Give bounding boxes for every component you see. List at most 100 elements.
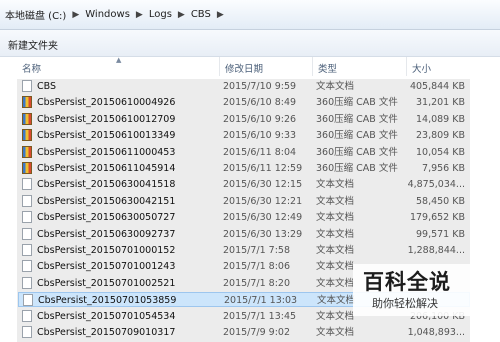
file-type: 360压缩 CAB 文件 (316, 163, 398, 174)
file-type: 文本文档 (316, 277, 355, 289)
text-file-icon (22, 326, 32, 338)
text-file-icon (22, 260, 32, 273)
file-row[interactable]: CbsPersist_20150611000453 2015/6/11 8:04 3… (22, 145, 468, 160)
watermark: 百科全说 助你轻松解决 (353, 264, 473, 316)
command-bar: 新建文件夹 (0, 30, 500, 57)
breadcrumb-windows[interactable]: Windows (82, 9, 133, 20)
breadcrumb-drive[interactable]: 本地磁盘 (C:) (2, 7, 69, 22)
file-row[interactable]: CbsPersist_20150610013349 2015/6/10 9:33 3… (22, 128, 468, 143)
breadcrumb-cbs[interactable]: CBS (188, 9, 214, 20)
file-row[interactable]: CBS 2015/7/10 9:59 文本文档 405,844 KB (22, 79, 468, 94)
file-type: 文本文档 (316, 310, 355, 322)
address-bar[interactable]: 本地磁盘 (C:) ▶ Windows ▶ Logs ▶ CBS ▶ (0, 0, 500, 30)
cab-archive-icon (22, 162, 32, 174)
watermark-subtitle: 助你轻松解决 (372, 297, 438, 310)
file-row[interactable]: CbsPersist_20150630092737 2015/6/30 13:29… (22, 227, 468, 242)
column-divider[interactable] (312, 57, 313, 76)
file-name: CbsPersist_20150701002521 (37, 277, 176, 289)
file-type: 360压缩 CAB 文件 (316, 130, 398, 142)
column-header: ▲ 名称 修改日期 类型 大小 (0, 56, 500, 76)
file-name: CbsPersist_20150611045914 (37, 163, 176, 174)
breadcrumb-logs[interactable]: Logs (146, 9, 175, 20)
file-type: 360压缩 CAB 文件 (316, 146, 398, 158)
file-size: 4,875,034... (407, 179, 465, 191)
file-type: 文本文档 (316, 228, 355, 240)
text-file-icon (22, 276, 32, 289)
text-file-icon (22, 244, 32, 256)
file-date: 2015/6/10 9:33 (223, 130, 297, 142)
file-date: 2015/6/10 8:49 (223, 97, 297, 109)
file-date: 2015/6/30 12:49 (223, 212, 303, 224)
text-file-icon (22, 194, 32, 207)
new-folder-button[interactable]: 新建文件夹 (8, 37, 58, 52)
column-divider[interactable] (219, 57, 220, 76)
file-type: 文本文档 (316, 327, 355, 338)
file-type: 文本文档 (316, 81, 355, 92)
column-name[interactable]: 名称 (22, 61, 41, 75)
watermark-title: 百科全说 (363, 270, 451, 294)
file-row[interactable]: CbsPersist_20150630041518 2015/6/30 12:15… (22, 177, 468, 192)
file-name: CbsPersist_20150611000453 (37, 146, 176, 158)
file-row[interactable]: CbsPersist_20150701000152 2015/7/1 7:58 文本… (22, 243, 468, 258)
file-type: 文本文档 (316, 261, 355, 273)
file-name: CbsPersist_20150610004926 (37, 97, 176, 109)
file-date: 2015/6/30 12:15 (223, 179, 303, 191)
file-row[interactable]: CbsPersist_20150610012709 2015/6/10 9:26 3… (22, 112, 468, 127)
file-date: 2015/6/10 9:26 (223, 113, 297, 125)
file-date: 2015/7/1 7:58 (223, 245, 291, 256)
file-size: 14,089 KB (415, 113, 465, 125)
file-name: CbsPersist_20150610012709 (37, 113, 176, 125)
file-row[interactable]: CbsPersist_20150611045914 2015/6/11 12:59… (22, 161, 468, 176)
cab-archive-icon (22, 112, 32, 125)
file-date: 2015/7/1 13:03 (224, 295, 298, 307)
file-date: 2015/6/11 8:04 (223, 146, 297, 158)
column-date[interactable]: 修改日期 (225, 61, 263, 75)
file-size: 99,571 KB (415, 228, 465, 240)
file-name: CbsPersist_20150701054534 (37, 310, 176, 322)
column-type[interactable]: 类型 (318, 61, 337, 75)
file-type: 文本文档 (316, 245, 355, 256)
text-file-icon (22, 309, 32, 322)
file-name: CbsPersist_20150630050727 (37, 212, 176, 224)
file-row[interactable]: CbsPersist_20150610004926 2015/6/10 8:49 3… (22, 95, 468, 110)
sort-ascending-icon: ▲ (116, 56, 122, 64)
cab-archive-icon (22, 129, 32, 142)
file-name: CbsPersist_20150630041518 (37, 179, 176, 191)
file-name: CBS (37, 81, 57, 92)
file-date: 2015/6/30 13:29 (223, 228, 303, 240)
file-row[interactable]: CbsPersist_20150630042151 2015/6/30 12:21… (22, 194, 468, 209)
chevron-right-icon[interactable]: ▶ (69, 10, 82, 20)
file-name: CbsPersist_20150701001243 (37, 261, 176, 273)
cab-archive-icon (22, 96, 32, 109)
text-file-icon (22, 80, 32, 92)
chevron-right-icon[interactable]: ▶ (175, 10, 188, 20)
file-size: 23,809 KB (415, 130, 465, 142)
text-file-icon (22, 178, 32, 191)
file-name: CbsPersist_20150610013349 (37, 130, 176, 142)
text-file-icon (22, 227, 32, 240)
file-size: 7,956 KB (422, 163, 465, 174)
file-name: CbsPersist_20150630042151 (37, 195, 176, 207)
file-date: 2015/7/1 8:06 (223, 261, 291, 273)
file-date: 2015/6/11 12:59 (223, 163, 303, 174)
column-divider[interactable] (406, 57, 407, 76)
file-date: 2015/6/30 12:21 (223, 195, 303, 207)
file-size: 31,201 KB (415, 97, 465, 109)
breadcrumb: 本地磁盘 (C:) ▶ Windows ▶ Logs ▶ CBS ▶ (2, 6, 500, 23)
file-date: 2015/7/1 13:45 (223, 310, 297, 322)
file-type: 文本文档 (316, 195, 355, 207)
column-size[interactable]: 大小 (412, 61, 431, 75)
file-size: 58,450 KB (415, 195, 465, 207)
file-type: 360压缩 CAB 文件 (316, 97, 398, 109)
file-date: 2015/7/1 8:20 (223, 277, 291, 289)
chevron-right-icon[interactable]: ▶ (133, 10, 146, 20)
file-type: 文本文档 (317, 295, 356, 307)
text-file-icon (22, 211, 32, 224)
file-row[interactable]: CbsPersist_20150630050727 2015/6/30 12:49… (22, 210, 468, 225)
chevron-right-icon[interactable]: ▶ (214, 10, 227, 20)
cab-archive-icon (22, 145, 32, 158)
file-row[interactable]: CbsPersist_20150709010317 2015/7/9 9:02 文本… (22, 325, 468, 340)
file-date: 2015/7/9 9:02 (223, 327, 291, 338)
file-name: CbsPersist_20150709010317 (37, 327, 176, 338)
side-panel (470, 57, 500, 342)
